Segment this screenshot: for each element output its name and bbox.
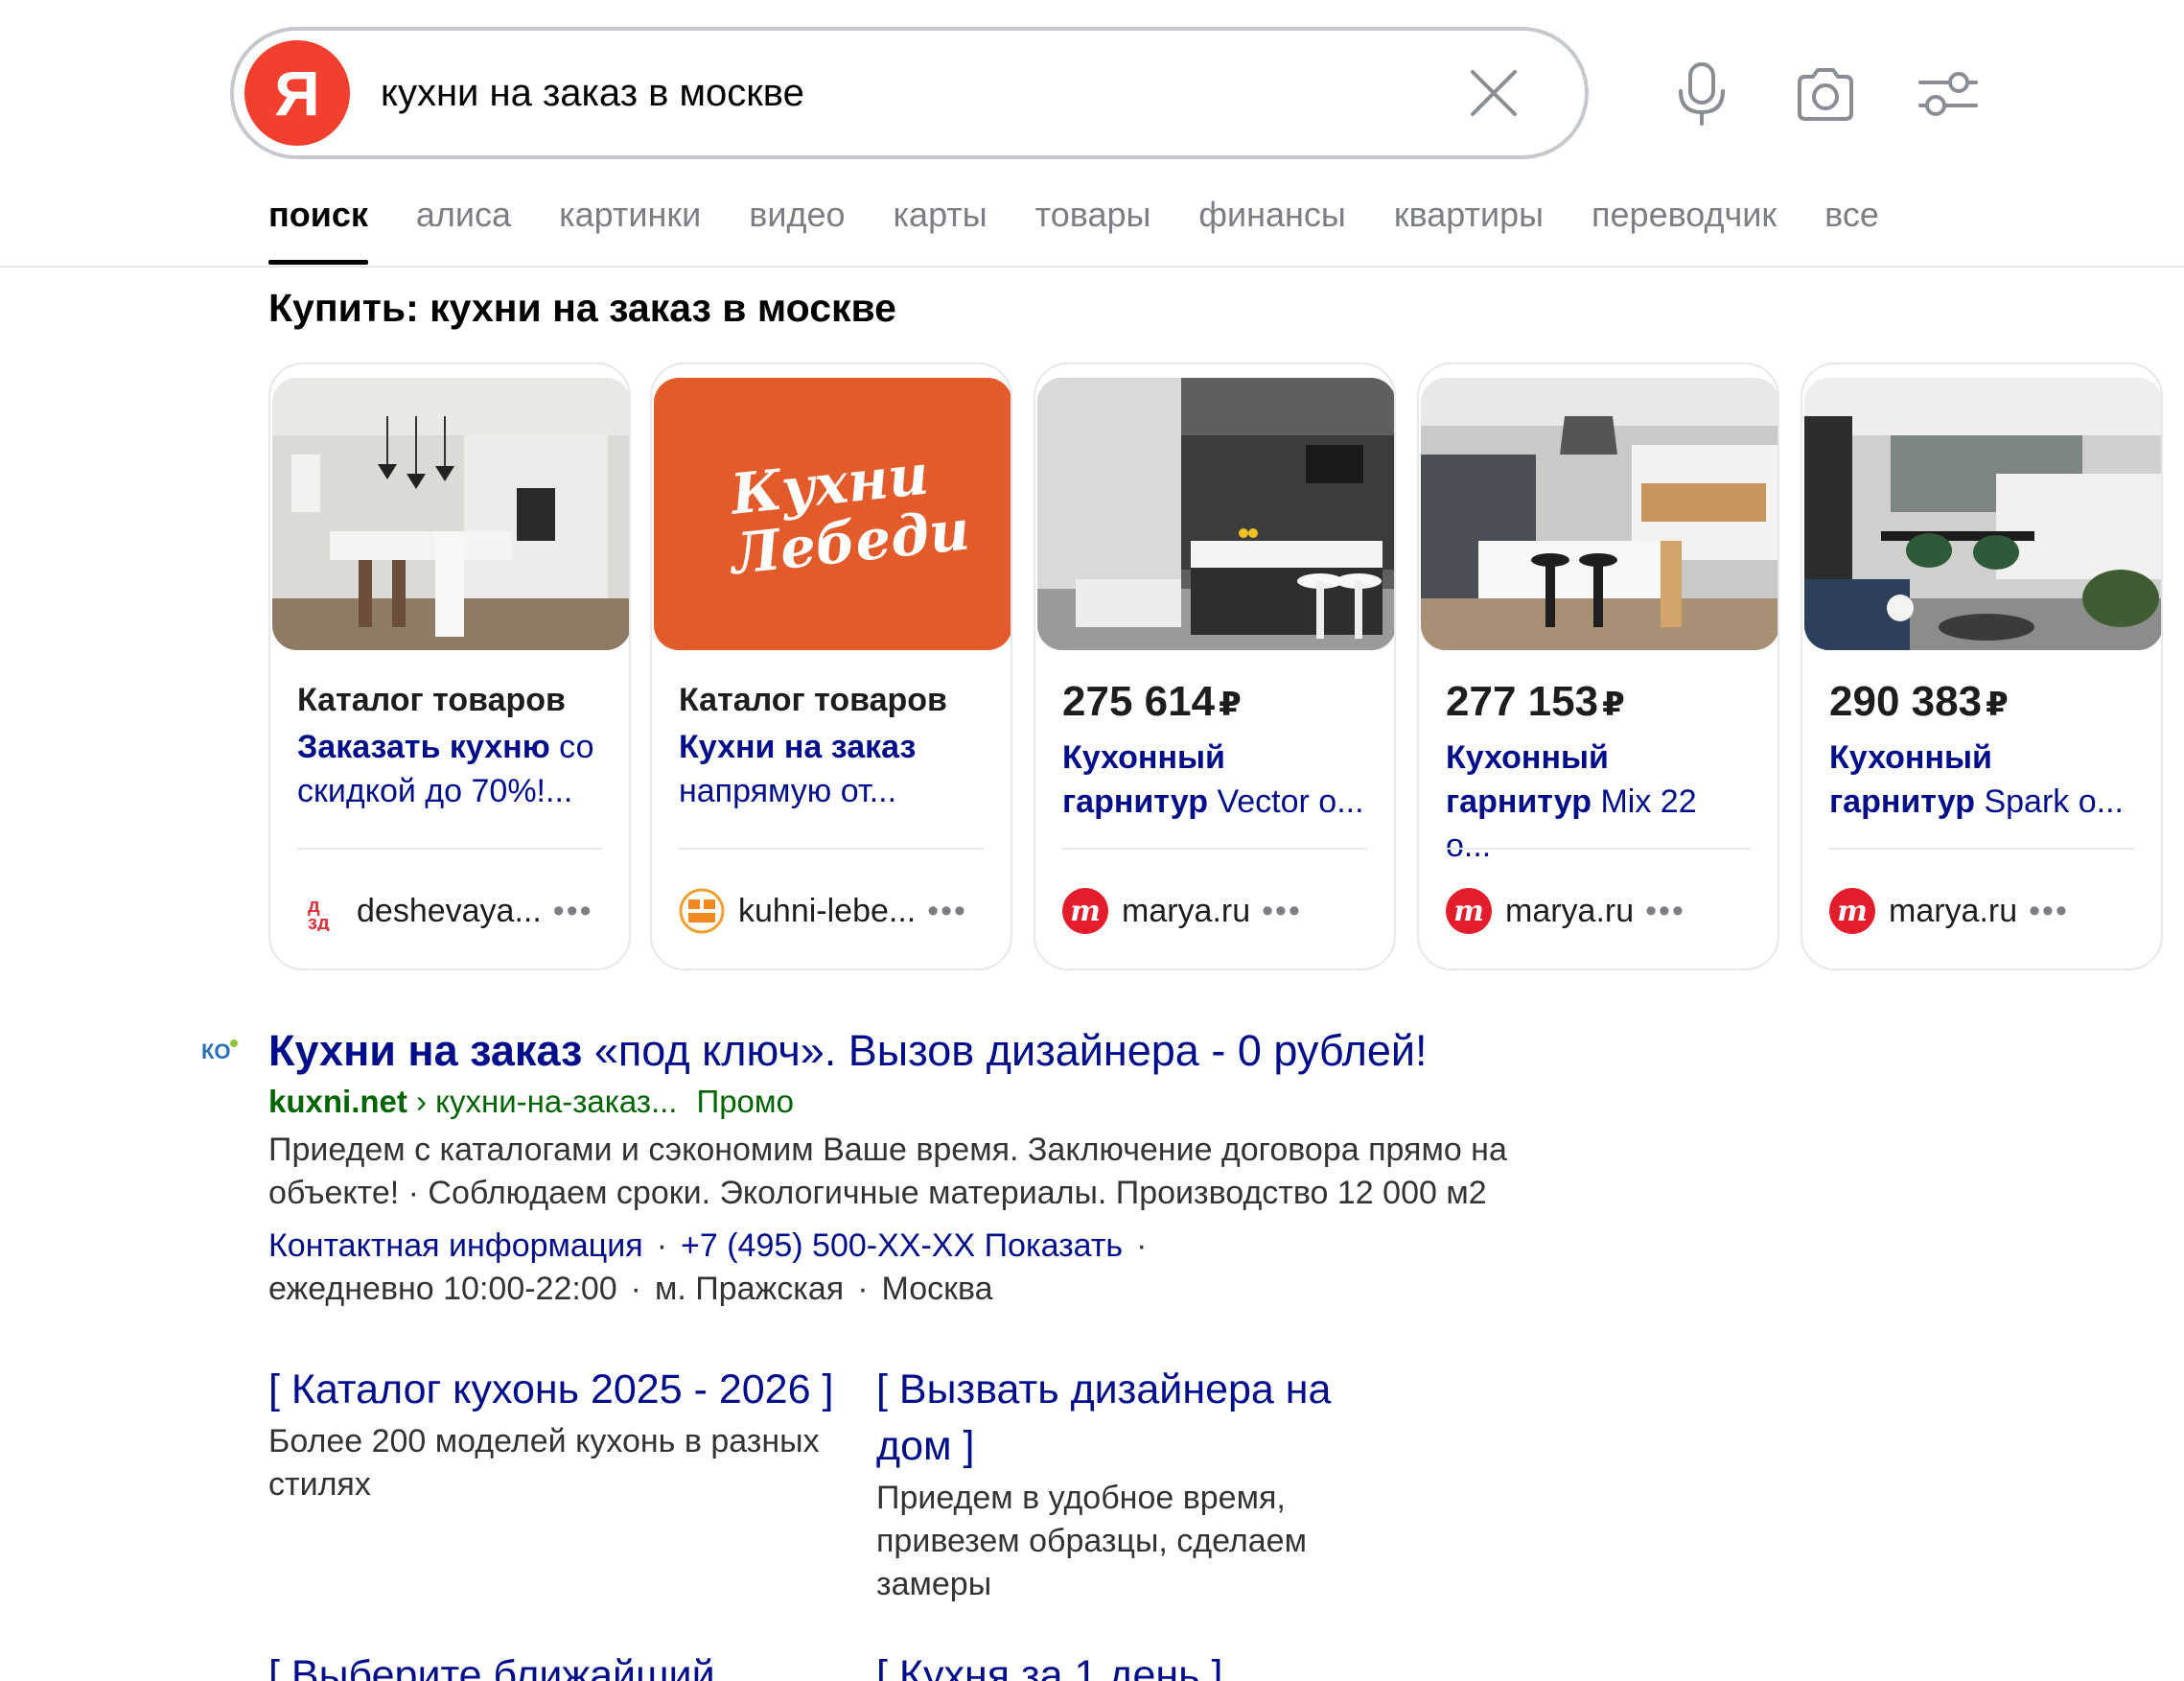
sitelink-title[interactable]: [ Вызвать дизайнера на дом ] — [876, 1362, 1413, 1475]
card-description[interactable]: Кухонный гарнитур Spark о... — [1829, 735, 2134, 824]
more-options-icon[interactable]: ••• — [2029, 893, 2069, 930]
sitelink: [ Вызвать дизайнера на дом ] Приедем в у… — [876, 1362, 1413, 1606]
result-title-link[interactable]: Кухни на заказ «под ключ». Вызов дизайне… — [268, 1026, 1428, 1076]
product-card[interactable]: 290 383 ₽ Кухонный гарнитур Spark о... m … — [1801, 362, 2163, 970]
card-divider — [297, 848, 602, 850]
product-image — [272, 378, 629, 650]
metro-station: м. Пражская — [654, 1271, 845, 1307]
tab-finance[interactable]: финансы — [1198, 188, 1345, 265]
camera-icon — [1798, 68, 1853, 121]
sitelink: [ Каталог кухонь 2025 - 2026 ] Более 200… — [268, 1362, 863, 1506]
card-description[interactable]: Заказать кухню со скидкой до 70%!... — [297, 725, 602, 813]
deshevaya-icon: д зд — [297, 888, 343, 934]
card-divider — [679, 848, 984, 850]
yandex-logo[interactable]: Я — [244, 40, 350, 146]
product-card[interactable]: Каталог товаров Заказать кухню со скидко… — [268, 362, 631, 970]
clear-search-button[interactable] — [1460, 59, 1527, 127]
result-domain[interactable]: kuxni.net — [268, 1084, 407, 1119]
tab-images[interactable]: картинки — [559, 188, 701, 265]
more-options-icon[interactable]: ••• — [1645, 893, 1685, 930]
product-image — [1804, 378, 2161, 650]
svg-text:КО: КО — [201, 1039, 231, 1063]
card-divider — [1829, 848, 2134, 850]
card-description[interactable]: Кухонный гарнитур Vector о... — [1062, 735, 1367, 824]
phone-link[interactable]: +7 (495) 500-XX-XX Показать — [681, 1227, 1123, 1264]
contact-info-link[interactable]: Контактная информация — [268, 1227, 643, 1264]
tab-search[interactable]: поиск — [268, 188, 368, 265]
sitelink-description: Приедем в удобное время, привезем образц… — [876, 1480, 1307, 1602]
close-icon — [1471, 70, 1517, 116]
search-settings-button[interactable] — [1910, 56, 1987, 132]
shop-domain[interactable]: marya.ru — [1505, 893, 1634, 930]
tab-realty[interactable]: квартиры — [1394, 188, 1544, 265]
promo-label: Промо — [696, 1084, 794, 1119]
card-description[interactable]: Кухни на заказ напрямую от... — [679, 725, 984, 813]
marya-icon: m — [1829, 888, 1875, 934]
search-verticals-tabs: поиск алиса картинки видео карты товары … — [268, 188, 1927, 265]
tab-alice[interactable]: алиса — [416, 188, 511, 265]
tab-all[interactable]: все — [1824, 188, 1879, 265]
sitelink-description: Более 200 моделей кухонь в разных стилях — [268, 1423, 820, 1503]
svg-text:зд: зд — [308, 913, 330, 931]
card-price: 277 153 ₽ — [1446, 678, 1625, 725]
search-input[interactable]: кухни на заказ в москве — [381, 72, 1460, 115]
more-options-icon[interactable]: ••• — [1262, 893, 1302, 930]
result-snippet: Приедем с каталогами и сэкономим Ваше вр… — [268, 1132, 1507, 1211]
card-label: Каталог товаров — [679, 682, 947, 718]
more-options-icon[interactable]: ••• — [553, 893, 593, 930]
sitelink: [ Кухня за 1 день ] — [876, 1647, 1471, 1681]
marya-icon: m — [1062, 888, 1108, 934]
card-price: 290 383 ₽ — [1829, 678, 2009, 725]
microphone-icon — [1679, 62, 1725, 126]
shop-domain[interactable]: kuhni-lebe... — [738, 893, 916, 930]
tab-products[interactable]: товары — [1035, 188, 1151, 265]
tab-video[interactable]: видео — [749, 188, 845, 265]
kuxni-favicon: КО — [201, 1036, 240, 1064]
product-image — [1037, 378, 1394, 650]
sitelink: [ Выберите ближайший — [268, 1647, 863, 1681]
filter-settings-icon — [1918, 72, 1978, 116]
sitelink-title[interactable]: [ Выберите ближайший — [268, 1647, 863, 1681]
shop-domain[interactable]: marya.ru — [1889, 893, 2017, 930]
image-search-button[interactable] — [1787, 56, 1864, 132]
shop-domain[interactable]: marya.ru — [1122, 893, 1250, 930]
tabs-divider — [0, 266, 2184, 268]
product-image — [1421, 378, 1777, 650]
sitelink-title[interactable]: [ Кухня за 1 день ] — [876, 1647, 1471, 1681]
product-image: Кухни Лебеди — [654, 378, 1011, 650]
shop-domain[interactable]: deshevaya... — [357, 893, 542, 930]
tab-translator[interactable]: переводчик — [1592, 188, 1777, 265]
product-card[interactable]: Кухни Лебеди Каталог товаров Кухни на за… — [650, 362, 1012, 970]
sitelink-title[interactable]: [ Каталог кухонь 2025 - 2026 ] — [268, 1362, 863, 1418]
result-breadcrumb[interactable]: › кухни-на-заказ... — [407, 1084, 677, 1119]
yandex-serp: { "search": { "logo_letter": "Я", "query… — [0, 0, 2184, 1681]
kuhni-lebedi-icon — [679, 888, 725, 934]
tab-maps[interactable]: карты — [894, 188, 987, 265]
product-card[interactable]: 277 153 ₽ Кухонный гарнитур Mix 22 о... m… — [1417, 362, 1779, 970]
city: Москва — [881, 1271, 993, 1307]
shopping-block-title: Купить: кухни на заказ в москве — [268, 286, 896, 330]
card-divider — [1062, 848, 1367, 850]
result-contacts: Контактная информация · +7 (495) 500-XX-XX… — [268, 1227, 1148, 1307]
search-bar[interactable]: Я кухни на заказ в москве — [230, 27, 1589, 159]
card-label: Каталог товаров — [297, 682, 566, 718]
card-divider — [1446, 848, 1751, 850]
voice-search-button[interactable] — [1663, 56, 1740, 132]
shopping-cards: Каталог товаров Заказать кухню со скидко… — [268, 362, 2184, 972]
marya-icon: m — [1446, 888, 1492, 934]
more-options-icon[interactable]: ••• — [927, 893, 967, 930]
product-card[interactable]: 275 614 ₽ Кухонный гарнитур Vector о... m… — [1034, 362, 1396, 970]
working-hours: ежедневно 10:00-22:00 — [268, 1271, 617, 1307]
result-url[interactable]: kuxni.net › кухни-на-заказ... Промо — [268, 1084, 794, 1120]
card-price: 275 614 ₽ — [1062, 678, 1242, 725]
